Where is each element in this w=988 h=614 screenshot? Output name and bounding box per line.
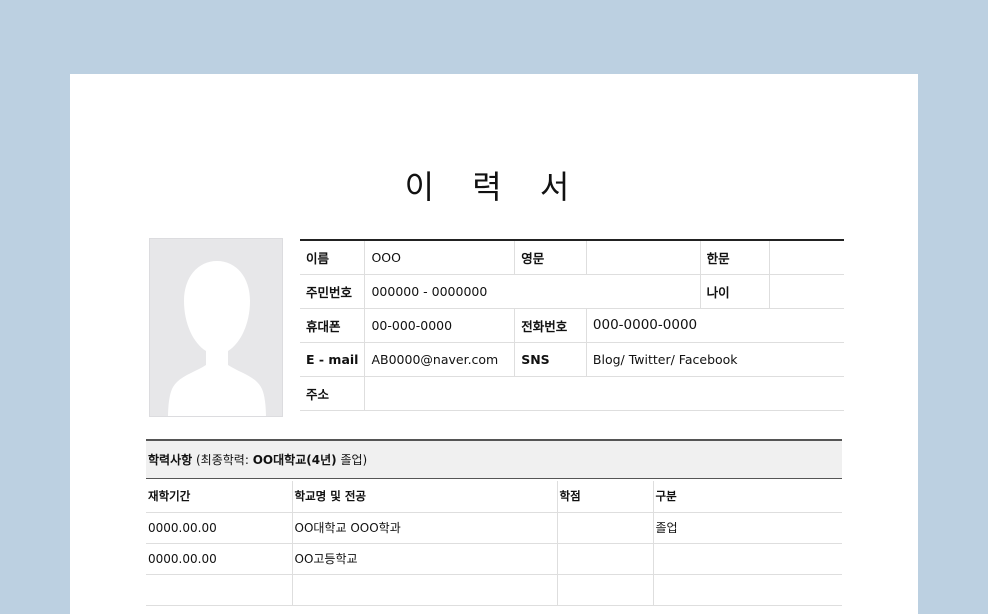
photo-placeholder[interactable] xyxy=(149,238,283,417)
info-row-id: 주민번호 000000 - 0000000 나이 xyxy=(300,274,844,309)
column-header-period: 재학기간 xyxy=(146,481,293,513)
mobile-value[interactable]: 00-000-0000 xyxy=(364,308,516,343)
email-label: E - mail xyxy=(300,342,366,377)
person-silhouette-icon xyxy=(168,261,266,416)
grade-cell[interactable] xyxy=(557,574,654,606)
period-cell[interactable]: 0000.00.00 xyxy=(146,512,293,544)
school-cell[interactable]: OO고등학교 xyxy=(292,543,558,575)
status-cell[interactable] xyxy=(653,543,842,575)
age-label: 나이 xyxy=(700,274,771,309)
document-title: 이 력 서 xyxy=(404,168,584,206)
column-header-school: 학교명 및 전공 xyxy=(292,481,558,513)
status-cell[interactable] xyxy=(653,574,842,606)
info-row-contact: E - mail AB0000@naver.com SNS Blog/ Twit… xyxy=(300,342,844,377)
address-value[interactable] xyxy=(364,376,844,411)
english-name-label: 영문 xyxy=(514,240,587,275)
column-header-grade: 학점 xyxy=(557,481,654,513)
english-name-value[interactable] xyxy=(586,240,701,275)
education-section-header: 학력사항 (최종학력: OO대학교(4년) 졸업) xyxy=(146,439,842,479)
table-row: 0000.00.00 OO고등학교 xyxy=(146,543,842,575)
education-header-row: 재학기간 학교명 및 전공 학점 구분 xyxy=(146,481,842,513)
education-summary-prefix: (최종학력: xyxy=(196,453,249,467)
school-cell[interactable] xyxy=(292,574,558,606)
info-row-address: 주소 xyxy=(300,376,844,411)
education-table: 재학기간 학교명 및 전공 학점 구분 0000.00.00 OO대학교 OOO… xyxy=(146,481,842,606)
period-cell[interactable] xyxy=(146,574,293,606)
education-heading: 학력사항 xyxy=(148,453,193,467)
personal-info-table: 이름 OOO 영문 한문 주민번호 000000 - 0000000 나이 휴대… xyxy=(300,239,844,411)
sns-label: SNS xyxy=(514,342,587,377)
resident-number-value[interactable]: 000000 - 0000000 xyxy=(364,274,701,309)
hanja-name-label: 한문 xyxy=(700,240,771,275)
period-cell[interactable]: 0000.00.00 xyxy=(146,543,293,575)
phone-value[interactable]: 000-0000-0000 xyxy=(586,308,844,343)
name-label: 이름 xyxy=(300,240,366,275)
age-value[interactable] xyxy=(769,274,844,309)
hanja-name-value[interactable] xyxy=(769,240,844,275)
resident-number-label: 주민번호 xyxy=(300,274,366,309)
email-value[interactable]: AB0000@naver.com xyxy=(364,342,516,377)
status-cell[interactable]: 졸업 xyxy=(653,512,842,544)
address-label: 주소 xyxy=(300,376,366,411)
mobile-label: 휴대폰 xyxy=(300,308,366,343)
phone-label: 전화번호 xyxy=(514,308,587,343)
education-summary-suffix: 졸업) xyxy=(340,453,368,467)
table-row xyxy=(146,574,842,606)
name-value[interactable]: OOO xyxy=(364,240,516,275)
grade-cell[interactable] xyxy=(557,543,654,575)
info-row-phone: 휴대폰 00-000-0000 전화번호 000-0000-0000 xyxy=(300,308,844,343)
sns-value[interactable]: Blog/ Twitter/ Facebook xyxy=(586,342,844,377)
school-cell[interactable]: OO대학교 OOO학과 xyxy=(292,512,558,544)
table-row: 0000.00.00 OO대학교 OOO학과 졸업 xyxy=(146,512,842,544)
education-summary-school: OO대학교(4년) xyxy=(252,453,337,467)
column-header-status: 구분 xyxy=(653,481,842,513)
info-row-name: 이름 OOO 영문 한문 xyxy=(300,240,844,275)
resume-sheet: 이 력 서 이름 OOO 영문 한문 주민번호 000000 - 0000000… xyxy=(70,74,918,614)
grade-cell[interactable] xyxy=(557,512,654,544)
